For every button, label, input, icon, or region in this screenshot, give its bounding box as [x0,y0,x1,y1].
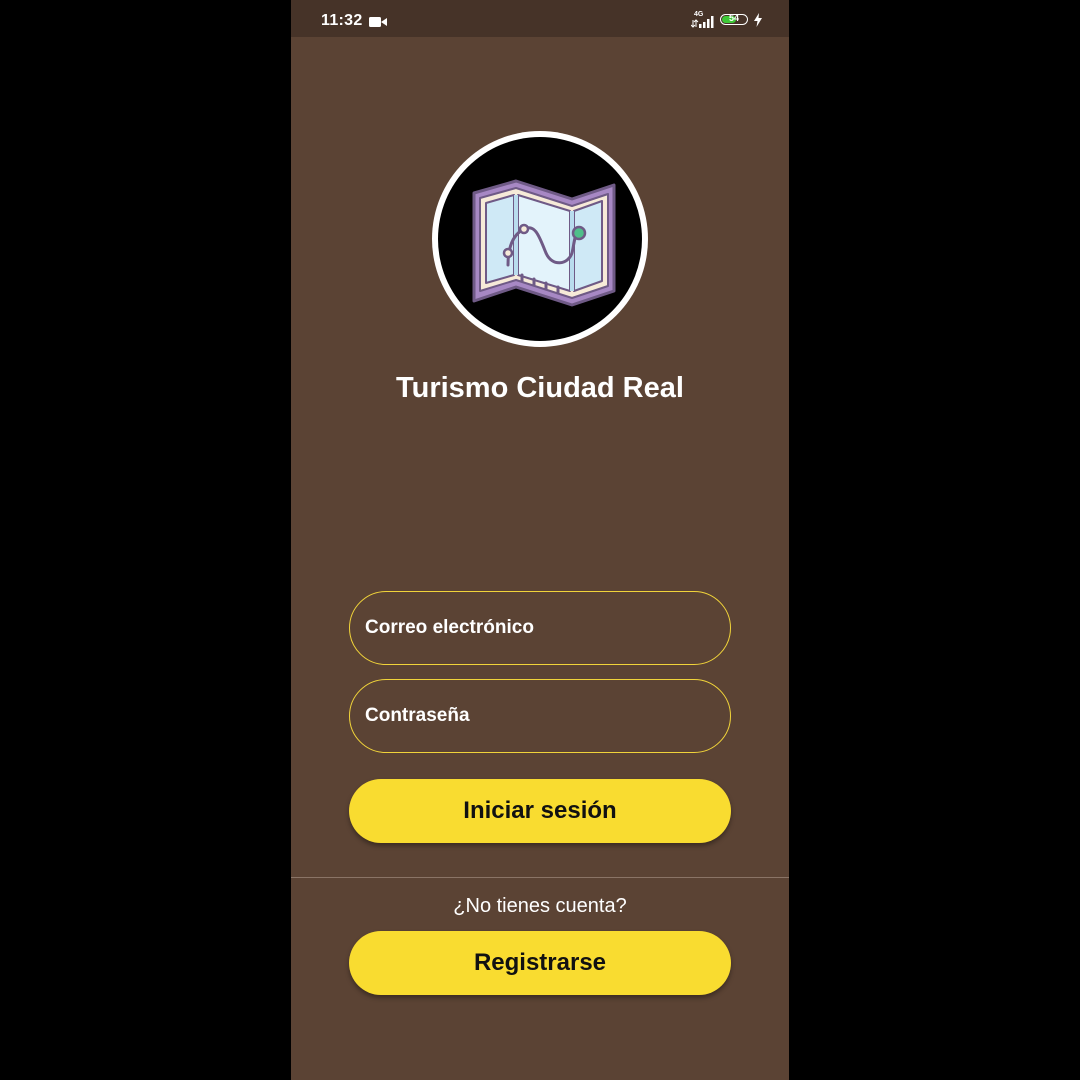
folded-map-route-icon [472,179,616,307]
register-button[interactable]: Registrarse [349,931,731,995]
status-bar: 11:32 4G 54 [291,0,789,37]
no-account-prompt: ¿No tienes cuenta? [453,895,627,917]
battery-icon: 54 [720,13,748,25]
email-field[interactable] [349,591,731,665]
divider [291,877,789,878]
phone-screen: 11:32 4G 54 Turismo Ciudad Real Correo e… [291,0,789,1080]
app-title: Turismo Ciudad Real [396,372,684,404]
app-logo [432,131,648,347]
video-camera-icon [369,17,387,27]
password-input[interactable] [350,680,730,752]
login-button[interactable]: Iniciar sesión [349,779,731,843]
password-field[interactable] [349,679,731,753]
charging-bolt-icon [754,13,762,27]
status-time: 11:32 [321,12,363,29]
battery-level: 54 [728,13,739,23]
email-input[interactable] [350,592,730,664]
signal-icon [691,16,714,28]
app-logo-background [438,137,642,341]
